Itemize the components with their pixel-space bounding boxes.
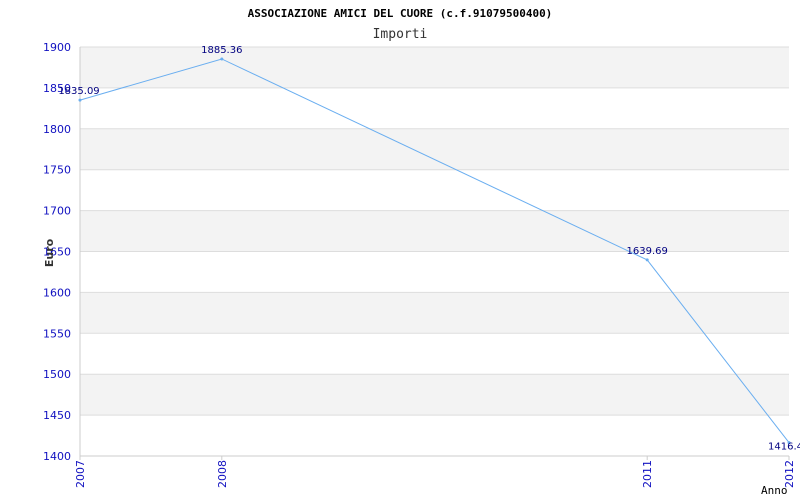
- plot-band: [80, 128, 789, 170]
- x-tick-label: 2011: [641, 460, 654, 488]
- data-label: 1885.36: [201, 45, 242, 56]
- data-point: [78, 98, 82, 102]
- y-axis-label: Euro: [43, 238, 56, 267]
- data-point: [645, 258, 649, 262]
- y-tick-label: 1700: [43, 205, 71, 218]
- y-tick-label: 1400: [43, 450, 71, 463]
- plot-band: [80, 333, 789, 375]
- plot-band: [80, 415, 789, 456]
- y-tick-label: 1550: [43, 327, 71, 340]
- chart-subtitle: Importi: [373, 27, 428, 42]
- plot-band: [80, 292, 789, 334]
- y-tick-label: 1750: [43, 164, 71, 177]
- plot-band: [80, 210, 789, 252]
- y-tick-label: 1500: [43, 368, 71, 381]
- x-tick-label: 2007: [74, 460, 87, 488]
- y-tick-label: 1800: [43, 123, 71, 136]
- data-label: 1416.4: [768, 442, 800, 453]
- y-tick-label: 1600: [43, 286, 71, 299]
- x-tick-labels: 2007 2008 2011 2012: [74, 456, 796, 488]
- plot-band: [80, 169, 789, 211]
- plot-band: [80, 87, 789, 129]
- x-axis-label: Anno: [761, 484, 788, 497]
- plot-band: [80, 47, 789, 88]
- y-tick-label: 1900: [43, 41, 71, 54]
- data-label: 1835.09: [58, 86, 99, 97]
- data-point: [220, 57, 224, 61]
- x-tick-label: 2008: [216, 460, 229, 488]
- data-label: 1639.69: [627, 246, 668, 257]
- chart-title: ASSOCIAZIONE AMICI DEL CUORE (c.f.910795…: [248, 7, 553, 20]
- plot-band: [80, 251, 789, 293]
- y-tick-label: 1450: [43, 409, 71, 422]
- plot-band: [80, 374, 789, 416]
- line-chart: 1400145015001550160016501700175018001850…: [43, 7, 800, 497]
